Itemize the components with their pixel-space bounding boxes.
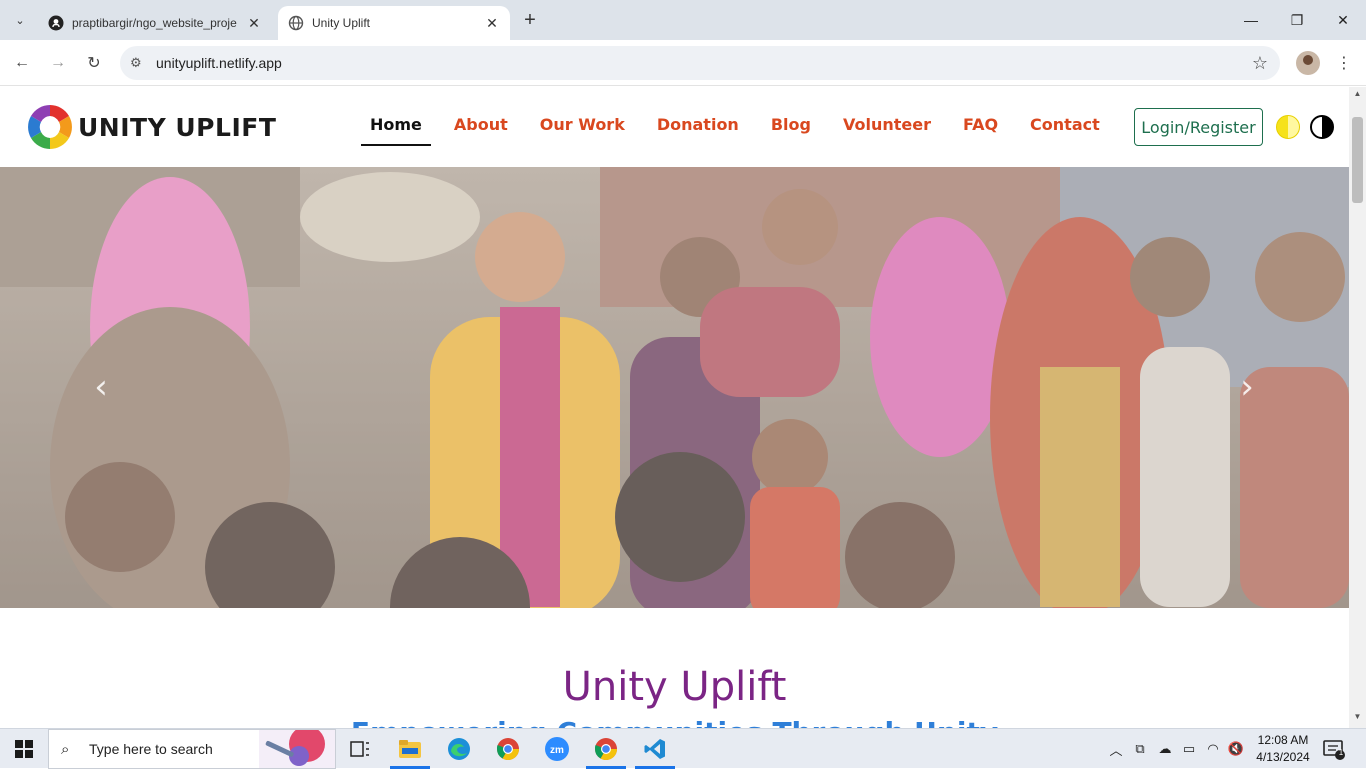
- contrast-toggle-icon[interactable]: [1310, 115, 1334, 139]
- carousel-next-chevron-icon[interactable]: ›: [1232, 367, 1262, 407]
- edge-icon[interactable]: [435, 729, 483, 769]
- site-logo[interactable]: UNITY UPLIFT: [24, 101, 276, 153]
- tab-search-chevron-icon[interactable]: ⌄: [8, 8, 32, 32]
- intro-subtitle: Empowering Communities Through Unity: [0, 716, 1349, 728]
- logo-text: UNITY UPLIFT: [78, 112, 277, 142]
- zoom-icon[interactable]: zm: [533, 729, 581, 769]
- chrome-active-icon[interactable]: [582, 729, 630, 769]
- site-settings-icon[interactable]: ⚙: [130, 55, 150, 71]
- main-nav: Home About Our Work Donation Blog Volunt…: [361, 109, 1123, 146]
- nav-donation[interactable]: Donation: [648, 109, 748, 146]
- nav-volunteer[interactable]: Volunteer: [834, 109, 940, 146]
- intro-section: Unity Uplift Empowering Communities Thro…: [0, 608, 1349, 728]
- notification-icon[interactable]: 1: [1322, 737, 1346, 761]
- carousel-prev-chevron-icon[interactable]: ‹: [86, 367, 116, 407]
- nav-blog[interactable]: Blog: [762, 109, 820, 146]
- windows-taskbar: ⌕ Type here to search zm ︿ ⧉ ☁ ▭ ◠ 🔇 12:…: [0, 728, 1366, 769]
- search-placeholder: Type here to search: [89, 741, 213, 757]
- file-explorer-icon[interactable]: [386, 729, 434, 769]
- svg-text:zm: zm: [550, 745, 564, 756]
- hero-carousel: ‹ ›: [0, 167, 1349, 608]
- nav-about[interactable]: About: [445, 109, 517, 146]
- github-icon: [48, 15, 64, 31]
- chrome-icon[interactable]: [484, 729, 532, 769]
- logo-mark-icon: [28, 105, 72, 149]
- window-close-icon[interactable]: ✕: [1320, 0, 1366, 40]
- volume-muted-icon[interactable]: 🔇: [1226, 729, 1246, 769]
- nav-faq[interactable]: FAQ: [954, 109, 1007, 146]
- globe-icon: [288, 15, 304, 31]
- menu-dots-icon[interactable]: ⋮: [1334, 51, 1354, 75]
- onedrive-cloud-icon[interactable]: ☁: [1154, 729, 1176, 769]
- close-icon[interactable]: ✕: [246, 15, 262, 31]
- site-header: UNITY UPLIFT Home About Our Work Donatio…: [0, 87, 1349, 167]
- tab-github[interactable]: praptibargir/ngo_website_proje ✕: [38, 6, 272, 40]
- page-viewport: UNITY UPLIFT Home About Our Work Donatio…: [0, 87, 1366, 728]
- restore-icon[interactable]: ❐: [1274, 0, 1320, 40]
- tab-title: Unity Uplift: [312, 16, 371, 30]
- scroll-down-arrow-icon[interactable]: ▼: [1349, 712, 1366, 726]
- tray-chevron-up-icon[interactable]: ︿: [1106, 729, 1126, 769]
- yellow-theme-toggle-icon[interactable]: [1276, 115, 1300, 139]
- nav-contact[interactable]: Contact: [1021, 109, 1109, 146]
- back-arrow-icon[interactable]: ←: [9, 50, 35, 76]
- tab-title: praptibargir/ngo_website_proje: [72, 16, 237, 30]
- url-text[interactable]: unityuplift.netlify.app: [156, 55, 282, 71]
- notification-count-badge: 1: [1338, 748, 1344, 757]
- bookmark-star-icon[interactable]: ☆: [1252, 53, 1268, 74]
- meet-now-icon[interactable]: ⧉: [1130, 729, 1150, 769]
- close-icon[interactable]: ✕: [484, 15, 500, 31]
- clock-time: 12:08 AM: [1257, 733, 1309, 747]
- windows-start-icon[interactable]: [0, 729, 48, 769]
- taskbar-search-box[interactable]: ⌕ Type here to search: [48, 729, 336, 769]
- tab-unity-uplift[interactable]: Unity Uplift ✕: [278, 6, 510, 40]
- wifi-icon[interactable]: ◠: [1202, 729, 1224, 769]
- browser-toolbar: ← → ↻ ⚙ unityuplift.netlify.app ☆ ⋮: [0, 40, 1366, 86]
- new-tab-plus-icon[interactable]: +: [518, 8, 542, 32]
- address-bar[interactable]: ⚙ unityuplift.netlify.app ☆: [120, 46, 1280, 80]
- forward-arrow-icon[interactable]: →: [45, 50, 71, 76]
- browser-tab-bar: ⌄ praptibargir/ngo_website_proje ✕ Unity…: [0, 0, 1366, 40]
- nav-our-work[interactable]: Our Work: [531, 109, 634, 146]
- battery-icon[interactable]: ▭: [1178, 729, 1200, 769]
- nav-home[interactable]: Home: [361, 109, 431, 146]
- profile-avatar[interactable]: [1296, 51, 1320, 75]
- taskbar-clock[interactable]: 12:08 AM 4/13/2024: [1246, 732, 1320, 766]
- login-register-button[interactable]: Login/Register: [1134, 108, 1263, 146]
- reload-icon[interactable]: ↻: [81, 50, 107, 76]
- search-icon: ⌕: [61, 740, 70, 758]
- task-view-icon[interactable]: [336, 729, 384, 769]
- scroll-up-arrow-icon[interactable]: ▲: [1349, 89, 1366, 103]
- vscode-icon[interactable]: [631, 729, 679, 769]
- hero-photo: [0, 167, 1349, 608]
- intro-title: Unity Uplift: [562, 664, 787, 710]
- minimize-icon[interactable]: —: [1228, 0, 1274, 40]
- clock-date: 4/13/2024: [1256, 750, 1310, 764]
- search-highlight-art-icon: [259, 730, 335, 768]
- page-scrollbar[interactable]: ▲ ▼: [1349, 87, 1366, 728]
- scroll-thumb[interactable]: [1352, 117, 1363, 203]
